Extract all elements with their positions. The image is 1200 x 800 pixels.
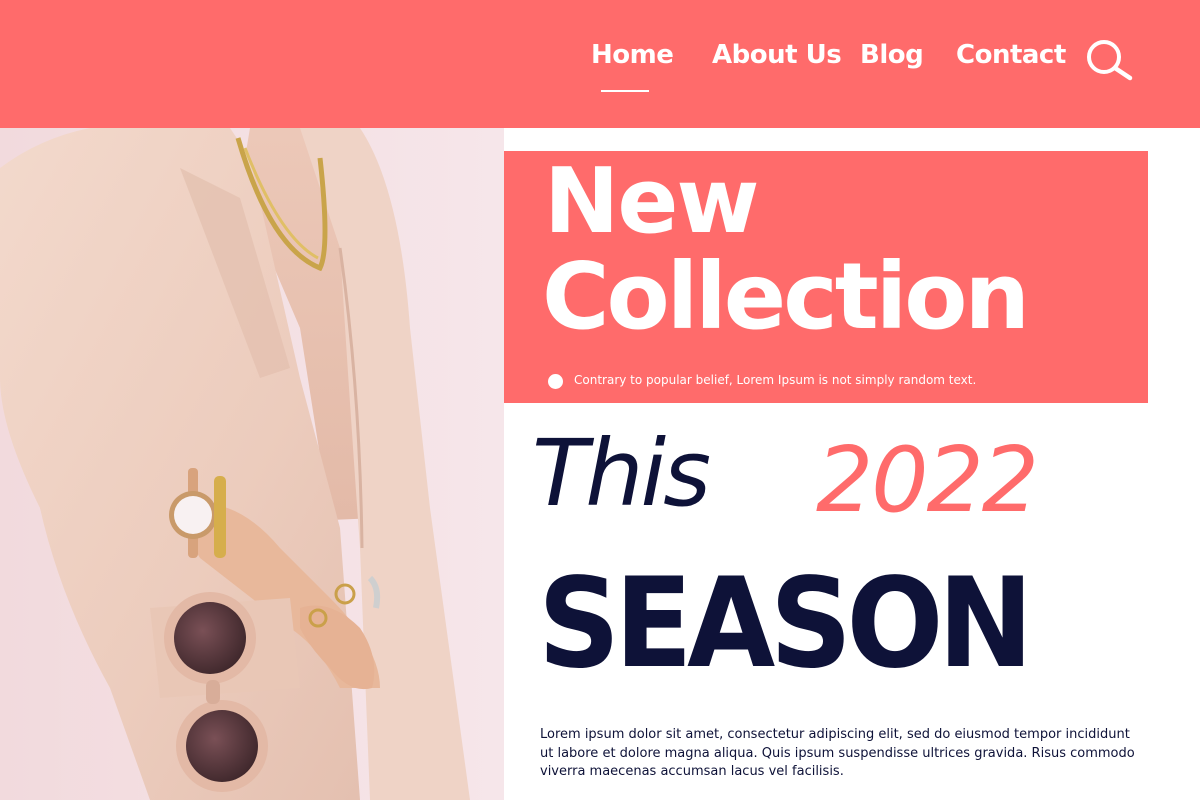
nav-home-link[interactable]: Home	[591, 40, 674, 70]
hero-fashion-photo	[0, 128, 504, 800]
headline-year: 2022	[816, 428, 1039, 533]
landing-page: Home About Us Blog Contact New Collectio…	[0, 0, 1200, 800]
promo-title-line1: New	[544, 149, 760, 254]
promo-title-line2: Collection	[542, 243, 1030, 350]
headline-this: This	[532, 420, 711, 527]
nav-about-link[interactable]: About Us	[712, 40, 842, 70]
body-paragraph: Lorem ipsum dolor sit amet, consectetur …	[540, 727, 1135, 779]
active-nav-indicator	[601, 90, 649, 92]
promo-caption: Contrary to popular belief, Lorem Ipsum …	[574, 373, 977, 387]
site-header: Home About Us Blog Contact	[0, 0, 1200, 128]
bullet-dot	[548, 374, 563, 389]
new-collection-banner: New Collection Contrary to popular belie…	[504, 151, 1148, 403]
main-nav: Home About Us Blog Contact	[0, 40, 1200, 92]
search-icon	[1087, 40, 1133, 81]
nav-blog-link[interactable]: Blog	[860, 40, 924, 70]
headline-season: SEASON	[538, 552, 1033, 696]
search-button[interactable]	[1084, 38, 1134, 82]
nav-contact-link[interactable]: Contact	[956, 40, 1066, 70]
